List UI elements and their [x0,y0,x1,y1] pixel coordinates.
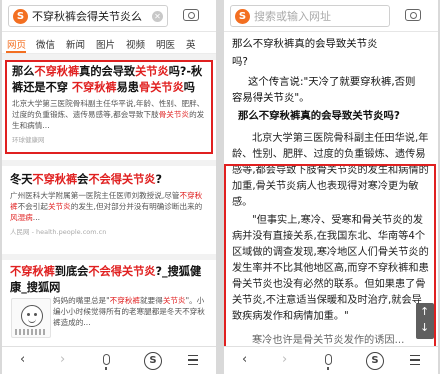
camera-icon[interactable] [183,9,199,21]
search-input[interactable]: S 不穿秋裤会得关节炎么 ✕ [8,5,168,27]
result-card-1[interactable]: 那么不穿秋裤真的会导致关节炎吗?-秋裤还是不穿 不穿秋裤易患骨关节炎吗 北京大学… [5,60,213,154]
forward-icon[interactable]: › [60,353,65,367]
tab-doctor[interactable]: 明医 [156,37,175,51]
bottom-nav-bar: ‹ › S [2,346,216,374]
tab-web[interactable]: 网页 [7,37,26,51]
article-body: 那么不穿秋裤真的会导致关节炎 吗? 这个传言说:"天冷了就要穿秋裤,否则 容易得… [224,33,438,346]
back-icon[interactable]: ‹ [242,353,247,367]
forward-icon[interactable]: › [282,353,287,367]
result-3-title[interactable]: 不穿秋裤到底会不会得关节炎?_搜狐健康_搜狐网 [5,262,213,296]
top-search-bar: S 搜索或输入网址 [224,0,438,32]
result-card-2[interactable]: 冬天不穿秋裤会不会得关节炎? 广州医科大学附属第一医院主任医师刘教授说,尽管不穿… [5,170,213,252]
article-heading-line-2: 吗? [232,56,248,68]
active-tab-indicator [6,51,26,53]
cartoon-face-icon [21,305,43,327]
category-tabs: 网页 微信 新闻 图片 视频 明医 英 [2,32,216,54]
article-screen: S 搜索或输入网址 那么不穿秋裤真的会导致关节炎 吗? 这个传言说:"天冷了就要… [224,0,438,374]
bottom-nav-bar: ‹ › S [224,346,438,374]
url-placeholder: 搜索或输入网址 [254,10,331,23]
intro-line-2: 容易得关节炎"。 [232,92,310,104]
result-1-title[interactable]: 那么不穿秋裤真的会导致关节炎吗?-秋裤还是不穿 不穿秋裤易患骨关节炎吗 [7,62,211,96]
sogou-home-icon[interactable]: S [144,352,162,370]
camera-icon[interactable] [405,9,421,21]
microphone-icon[interactable] [325,354,332,370]
top-search-bar: S 不穿秋裤会得关节炎么 ✕ [2,0,216,32]
sogou-logo-icon: S [235,9,250,24]
tab-video[interactable]: 视频 [126,37,145,51]
sogou-home-icon[interactable]: S [366,352,384,370]
result-1-snippet: 北京大学第三医院骨科副主任华平说,年龄、性别、肥胖、过度的负重锻炼、遗传易感等,… [12,99,205,130]
result-3-thumbnail[interactable] [11,298,51,338]
microphone-icon[interactable] [103,354,110,370]
question-subheading: 那么不穿秋裤真的会导致关节炎吗? [238,110,400,122]
clear-icon[interactable]: ✕ [152,11,163,22]
result-3-snippet: 妈妈的嘴里总是"不穿秋裤就要得关节炎"。小编小小时候觉得所有的老寒腿都是冬天不穿… [53,296,205,327]
divider [2,160,216,166]
result-2-source: 人民网 - health.people.com.cn [10,228,107,236]
menu-icon[interactable] [410,355,420,365]
result-1-source: 环球健康网 [12,136,45,144]
result-2-snippet: 广州医科大学附属第一医院主任医师刘教授说,尽管不穿秋裤不会引起关节炎的发生,但对… [10,191,203,222]
scroll-top-bottom-button[interactable] [416,303,434,339]
back-icon[interactable]: ‹ [20,353,25,367]
article-heading-line-1: 那么不穿秋裤真的会导致关节炎 [232,38,378,50]
search-results-screen: S 不穿秋裤会得关节炎么 ✕ 网页 微信 新闻 图片 视频 明医 英 那么不穿秋… [2,0,216,374]
url-input[interactable]: S 搜索或输入网址 [230,5,390,27]
intro-line-1: 这个传言说:"天冷了就要穿秋裤,否则 [248,76,416,88]
sogou-logo-icon: S [13,9,28,24]
tab-wechat[interactable]: 微信 [36,37,55,51]
highlight-box [224,164,436,346]
tab-english[interactable]: 英 [186,37,196,51]
menu-icon[interactable] [188,355,198,365]
tab-images[interactable]: 图片 [96,37,115,51]
tab-news[interactable]: 新闻 [66,37,85,51]
result-2-title[interactable]: 冬天不穿秋裤会不会得关节炎? [5,170,213,188]
result-card-3[interactable]: 不穿秋裤到底会不会得关节炎?_搜狐健康_搜狐网 妈妈的嘴里总是"不穿秋裤就要得关… [5,262,213,342]
divider [2,254,216,260]
search-query-text: 不穿秋裤会得关节炎么 [32,10,142,23]
